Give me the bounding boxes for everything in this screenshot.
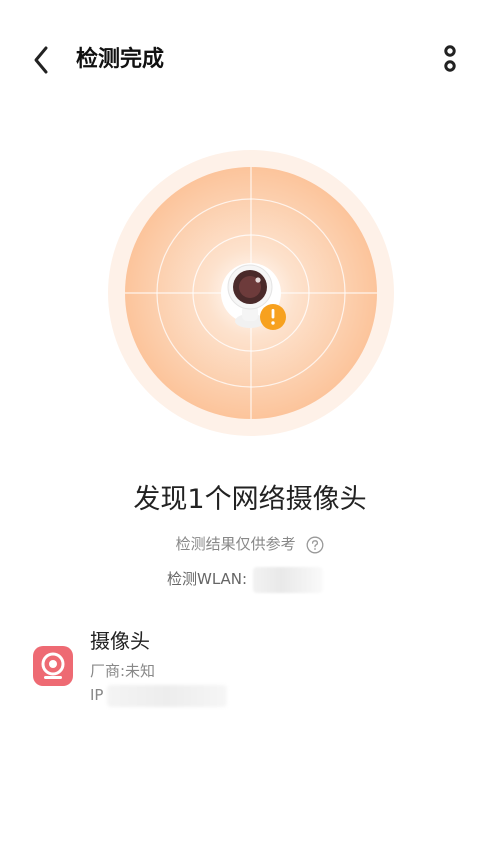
device-list-item[interactable]: 摄像头 厂商:未知 IP bbox=[33, 624, 473, 714]
more-vertical-icon bbox=[444, 45, 456, 72]
device-ip-label: IP bbox=[90, 686, 104, 704]
result-heading: 发现1个网络摄像头 bbox=[133, 484, 367, 515]
device-vendor: 厂商:未知 bbox=[90, 662, 156, 680]
page-title: 检测完成 bbox=[76, 47, 165, 72]
wlan-row: 检测WLAN: bbox=[167, 566, 324, 593]
help-icon[interactable] bbox=[306, 536, 324, 554]
wlan-label: 检测WLAN: bbox=[167, 570, 248, 588]
chevron-left-icon bbox=[34, 46, 48, 74]
warning-badge-icon bbox=[260, 304, 286, 330]
device-camera-icon bbox=[33, 646, 73, 686]
more-options-button[interactable] bbox=[432, 42, 468, 78]
device-ip-row: IP bbox=[90, 684, 228, 707]
back-button[interactable] bbox=[24, 40, 60, 80]
result-note: 检测结果仅供参考 bbox=[175, 535, 296, 553]
ip-address-redacted bbox=[107, 684, 228, 707]
header-bar: 检测完成 bbox=[0, 0, 500, 120]
result-note-row: 检测结果仅供参考 bbox=[0, 532, 500, 556]
device-name: 摄像头 bbox=[90, 629, 150, 653]
radar-scan-graphic bbox=[108, 150, 394, 436]
wlan-name-redacted bbox=[253, 566, 324, 593]
